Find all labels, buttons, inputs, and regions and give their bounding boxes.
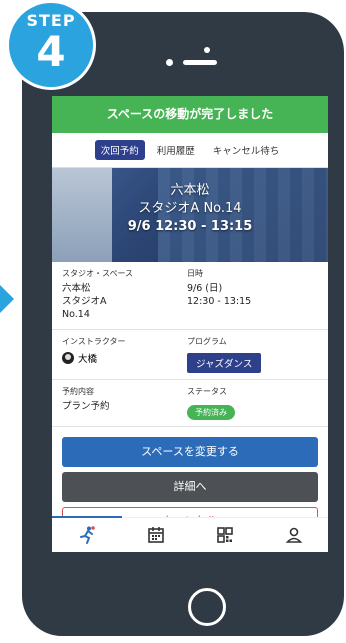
avatar (62, 352, 74, 364)
change-space-button[interactable]: スペースを変更する (62, 437, 318, 467)
date-value: 9/6 (日) (187, 283, 223, 294)
tab-next-reservation[interactable]: 次回予約 (94, 140, 145, 160)
status-badge: 予約済み (187, 405, 235, 420)
calendar-icon[interactable] (146, 525, 166, 545)
hero-studio: スタジオA No.14 (138, 201, 242, 216)
studio-space-line: 六本松 (62, 283, 91, 294)
reservation-type-block: 予約内容 プラン予約 (62, 386, 187, 420)
studio-hero-image: 六本松 スタジオA No.14 9/6 12:30 - 13:15 (52, 168, 328, 262)
reservation-value: プラン予約 (62, 401, 110, 412)
datetime-block: 日時 9/6 (日) 12:30 - 13:15 (187, 268, 318, 323)
program-block: プログラム ジャズダンス (187, 336, 318, 373)
program-label: プログラム (187, 337, 227, 346)
reservation-tabs: 次回予約 利用履歴 キャンセル待ち (52, 133, 328, 168)
app-screen: スペースの移動が完了しました 次回予約 利用履歴 キャンセル待ち 六本松 スタジ… (52, 96, 328, 552)
studio-space-line: スタジオA (62, 296, 107, 307)
sensor-dot-icon (166, 59, 173, 66)
hero-datetime: 9/6 12:30 - 13:15 (127, 219, 253, 234)
speaker-grille-icon (183, 60, 217, 65)
reservation-info: スタジオ・スペース 六本松 スタジオA No.14 日時 9/6 (日) 12:… (52, 262, 328, 330)
runner-icon[interactable] (77, 525, 97, 545)
hero-text: 六本松 スタジオA No.14 9/6 12:30 - 13:15 (52, 182, 328, 236)
studio-space-label: スタジオ・スペース (62, 269, 134, 278)
time-value: 12:30 - 13:15 (187, 296, 252, 307)
home-button[interactable] (188, 588, 226, 626)
studio-space-block: スタジオ・スペース 六本松 スタジオA No.14 (62, 268, 187, 323)
nav-active-indicator (52, 516, 122, 518)
reservation-status-row: 予約内容 プラン予約 ステータス 予約済み (52, 380, 328, 427)
program-tag[interactable]: ジャズダンス (187, 353, 262, 373)
instructor-block: インストラクター 大橋 (62, 336, 187, 373)
details-button[interactable]: 詳細へ (62, 472, 318, 502)
qr-code-icon[interactable] (215, 525, 235, 545)
success-banner: スペースの移動が完了しました (52, 96, 328, 133)
step-number: 4 (36, 27, 66, 76)
bottom-nav (52, 516, 328, 552)
instructor-label: インストラクター (62, 337, 126, 346)
status-label: ステータス (187, 387, 227, 396)
tab-waitlist[interactable]: キャンセル待ち (207, 140, 286, 160)
date-label: 日時 (187, 269, 203, 278)
reservation-label: 予約内容 (62, 387, 94, 396)
instructor-name: 大橋 (78, 354, 98, 365)
status-block: ステータス 予約済み (187, 386, 318, 420)
hero-location: 六本松 (170, 183, 210, 198)
step-badge: STEP 4 (9, 3, 93, 87)
camera-dot-icon (204, 47, 210, 53)
studio-space-line: No.14 (62, 309, 90, 320)
tab-usage-history[interactable]: 利用履歴 (151, 140, 201, 160)
instructor: 大橋 (62, 351, 187, 365)
step-arrow-icon (0, 285, 14, 313)
instructor-program-row: インストラクター 大橋 プログラム ジャズダンス (52, 330, 328, 380)
user-icon[interactable] (284, 525, 304, 545)
